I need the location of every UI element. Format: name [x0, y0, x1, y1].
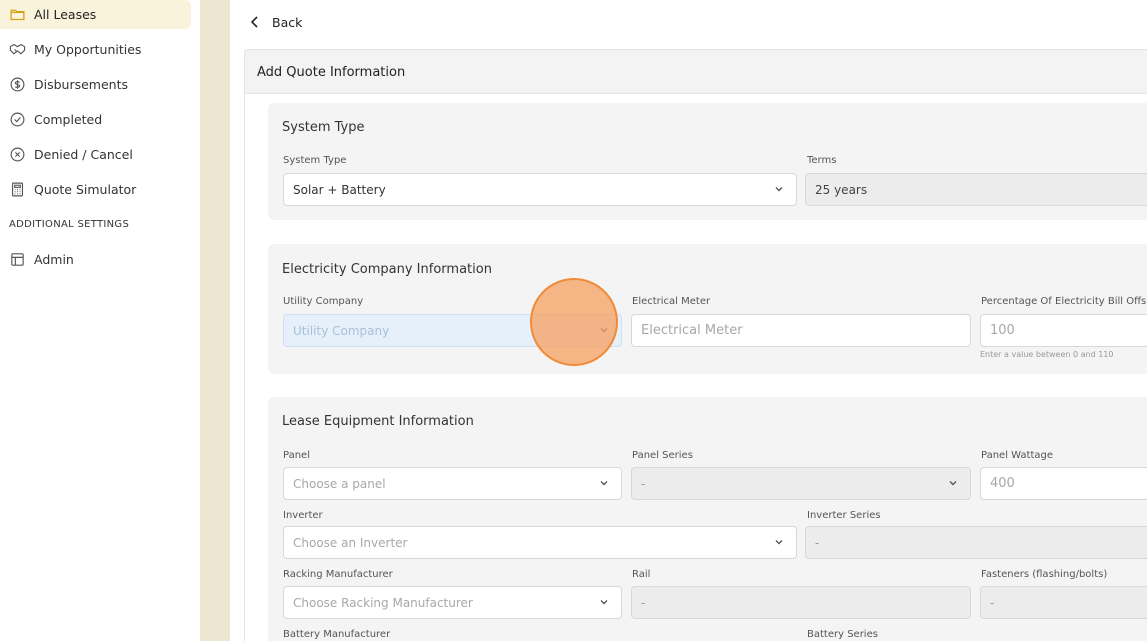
sidebar-item-label: Completed — [34, 112, 103, 127]
sidebar-item-label: All Leases — [34, 7, 97, 22]
chevron-left-icon — [250, 16, 264, 28]
sidebar-item-label: Disbursements — [34, 77, 129, 92]
fasteners-field[interactable]: - — [980, 586, 1147, 619]
x-circle-icon — [8, 146, 26, 164]
panel-label: Panel — [283, 450, 310, 461]
chevron-down-icon — [775, 540, 783, 545]
system-type-value: Solar + Battery — [293, 182, 386, 197]
panel-placeholder: Choose a panel — [293, 476, 386, 491]
electrical-meter-placeholder: Electrical Meter — [641, 323, 743, 338]
sidebar-item-all-leases[interactable]: All Leases — [0, 0, 191, 29]
percentage-placeholder: 100 — [990, 323, 1015, 338]
main-content: Back Add Quote Information System Type S… — [230, 0, 1147, 641]
system-type-select[interactable]: Solar + Battery — [283, 173, 797, 206]
back-button[interactable]: Back — [250, 13, 302, 31]
handshake-icon — [8, 41, 26, 59]
electrical-meter-label: Electrical Meter — [632, 296, 711, 307]
rail-label: Rail — [632, 569, 651, 580]
electricity-card: Electricity Company Information Utility … — [268, 244, 1147, 374]
section-label-additional-settings: ADDITIONAL SETTINGS — [9, 219, 130, 230]
terms-value: 25 years — [815, 182, 868, 197]
back-label: Back — [272, 14, 303, 30]
sidebar-gutter — [200, 0, 230, 641]
fasteners-label: Fasteners (flashing/bolts) — [981, 569, 1108, 580]
utility-company-placeholder: Utility Company — [293, 323, 390, 338]
inverter-label: Inverter — [283, 510, 323, 521]
electrical-meter-input[interactable]: Electrical Meter — [631, 314, 971, 347]
chevron-down-icon — [600, 481, 608, 486]
chevron-down-icon — [775, 187, 783, 192]
sidebar-item-disbursements[interactable]: Disbursements — [0, 70, 191, 99]
panel-series-select[interactable]: - — [631, 467, 971, 500]
sidebar-item-my-opportunities[interactable]: My Opportunities — [0, 35, 191, 64]
panel-series-value: - — [641, 476, 646, 491]
system-type-title: System Type — [282, 120, 365, 135]
folder-icon — [8, 6, 26, 24]
inverter-series-label: Inverter Series — [807, 510, 881, 521]
check-circle-icon — [8, 111, 26, 129]
racking-manufacturer-select[interactable]: Choose Racking Manufacturer — [283, 586, 622, 619]
rail-value: - — [641, 595, 646, 610]
panel-series-label: Panel Series — [632, 450, 693, 461]
dollar-circle-icon — [8, 76, 26, 94]
panel-wattage-placeholder: 400 — [990, 476, 1015, 491]
terms-field[interactable]: 25 years — [805, 173, 1147, 206]
chevron-down-icon — [949, 481, 957, 486]
inverter-series-field[interactable]: - — [805, 526, 1147, 559]
battery-series-label: Battery Series — [807, 629, 878, 640]
panel-select[interactable]: Choose a panel — [283, 467, 622, 500]
electricity-title: Electricity Company Information — [282, 262, 492, 277]
calculator-icon — [8, 181, 26, 199]
inverter-select[interactable]: Choose an Inverter — [283, 526, 797, 559]
lease-equipment-card: Lease Equipment Information Panel Choose… — [268, 397, 1147, 641]
sidebar: All Leases My Opportunities Disbursement… — [0, 0, 200, 641]
panel-wattage-input[interactable]: 400 — [980, 467, 1147, 500]
percentage-hint: Enter a value between 0 and 110 — [980, 350, 1114, 359]
sidebar-item-label: Quote Simulator — [34, 182, 137, 197]
percentage-input[interactable]: 100 — [980, 314, 1147, 347]
chevron-down-icon — [600, 600, 608, 605]
racking-manufacturer-label: Racking Manufacturer — [283, 569, 393, 580]
quote-header: Add Quote Information — [244, 49, 1147, 94]
sidebar-item-denied-cancel[interactable]: Denied / Cancel — [0, 140, 191, 169]
sidebar-item-completed[interactable]: Completed — [0, 105, 191, 134]
sidebar-item-label: My Opportunities — [34, 42, 142, 57]
fasteners-value: - — [990, 595, 995, 610]
utility-company-label: Utility Company — [283, 296, 364, 307]
lease-equipment-title: Lease Equipment Information — [282, 414, 474, 429]
layout-icon — [8, 251, 26, 269]
sidebar-item-quote-simulator[interactable]: Quote Simulator — [0, 175, 191, 204]
racking-manufacturer-placeholder: Choose Racking Manufacturer — [293, 595, 473, 610]
sidebar-item-label: Denied / Cancel — [34, 147, 133, 162]
battery-manufacturer-label: Battery Manufacturer — [283, 629, 391, 640]
system-type-label: System Type — [283, 155, 347, 166]
panel-wattage-label: Panel Wattage — [981, 450, 1054, 461]
inverter-series-value: - — [815, 535, 820, 550]
click-indicator — [530, 278, 618, 366]
terms-label: Terms — [807, 155, 837, 166]
rail-field[interactable]: - — [631, 586, 971, 619]
system-type-card: System Type System Type Solar + Battery … — [268, 103, 1147, 220]
sidebar-item-admin[interactable]: Admin — [0, 245, 191, 274]
sidebar-item-label: Admin — [34, 252, 74, 267]
percentage-label: Percentage Of Electricity Bill Offs — [981, 296, 1147, 307]
inverter-placeholder: Choose an Inverter — [293, 535, 408, 550]
